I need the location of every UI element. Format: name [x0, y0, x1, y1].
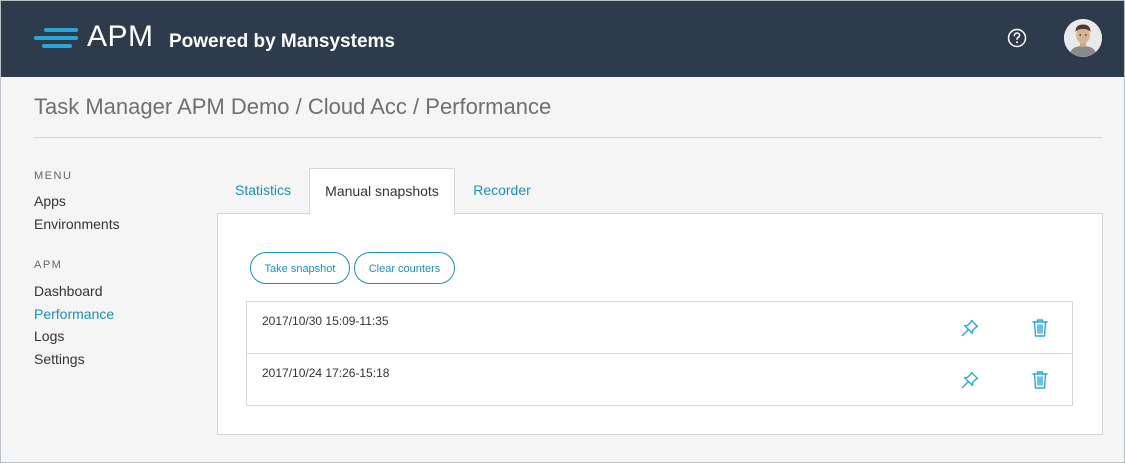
apm-logo-icon — [34, 26, 82, 50]
pin-icon[interactable] — [959, 317, 981, 339]
trash-icon[interactable] — [1029, 369, 1051, 391]
snapshot-list: 2017/10/30 15:09-11:35 2017/10/24 17:26- — [246, 301, 1073, 406]
sidebar-item-logs[interactable]: Logs — [34, 327, 64, 345]
snapshot-date: 2017/10/24 17:26-15:18 — [262, 366, 390, 380]
tab-statistics[interactable]: Statistics — [217, 168, 309, 213]
breadcrumb: Task Manager APM Demo / Cloud Acc / Perf… — [34, 94, 552, 119]
logo-text: APM — [87, 20, 154, 53]
sidebar-heading-apm: APM — [34, 259, 63, 271]
sidebar-item-performance[interactable]: Performance — [34, 305, 114, 323]
sidebar-item-environments[interactable]: Environments — [34, 215, 120, 233]
question-circle-icon[interactable] — [1007, 28, 1027, 48]
take-snapshot-button[interactable]: Take snapshot — [250, 252, 350, 284]
snapshot-row: 2017/10/24 17:26-15:18 — [247, 353, 1072, 405]
sidebar-heading-menu: MENU — [34, 170, 73, 182]
sidebar-item-dashboard[interactable]: Dashboard — [34, 282, 103, 300]
clear-counters-button[interactable]: Clear counters — [354, 252, 455, 284]
snapshot-row: 2017/10/30 15:09-11:35 — [247, 302, 1072, 353]
app-header: APM Powered by Mansystems — [1, 1, 1124, 77]
sidebar-item-settings[interactable]: Settings — [34, 350, 85, 368]
tab-recorder[interactable]: Recorder — [457, 168, 547, 213]
header-divider — [34, 137, 1102, 138]
sidebar-item-apps[interactable]: Apps — [34, 192, 66, 210]
tab-manual-snapshots[interactable]: Manual snapshots — [309, 168, 455, 215]
pin-icon[interactable] — [959, 369, 981, 391]
trash-icon[interactable] — [1029, 317, 1051, 339]
logo-subtitle: Powered by Mansystems — [169, 31, 395, 52]
snapshot-date: 2017/10/30 15:09-11:35 — [262, 314, 389, 328]
user-avatar[interactable] — [1064, 19, 1102, 57]
